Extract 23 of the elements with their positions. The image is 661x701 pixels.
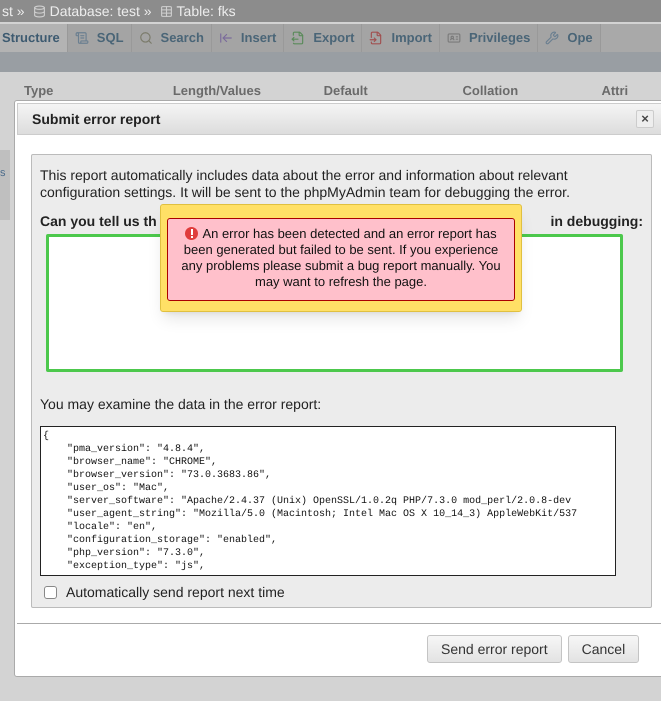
code-line: "php_version": "7.3.0", xyxy=(66,547,206,560)
question-label: Can you tell us th xyxy=(40,212,157,231)
code-line: { xyxy=(43,430,50,443)
column-header: Default xyxy=(324,82,369,100)
intro-text: This report automatically includes data about the error and information about relevant configuration settings. It will be sent to the phpMyAdmin team for debugging the error. xyxy=(40,167,571,201)
column-header: Attri xyxy=(601,82,630,100)
checkbox-label: Automatically send report next time xyxy=(66,583,285,602)
code-line: "browser_name": "CHROME", xyxy=(66,456,218,469)
column-header: Collation xyxy=(462,82,520,100)
examine-label: You may examine the data in the error report: xyxy=(40,395,322,414)
code-line: "browser_version": "73.0.3683.86", xyxy=(66,469,272,482)
dialog-title: Submit error report xyxy=(32,110,160,129)
error-message: An error has been detected and an error report has been generated but failed to be sent. If you experience any problems please submit a bug report manually. You may want to refresh the page. xyxy=(180,226,502,290)
code-line: "user_agent_string": "Mozilla/5.0 (Macintosh; Intel Mac OS X 10_14_3) AppleWebKit/537 xyxy=(66,508,578,521)
code-line: "locale": "en", xyxy=(66,521,158,534)
code-line: "server_software": "Apache/2.4.37 (Unix) OpenSSL/1.0.2q PHP/7.3.0 mod_perl/2.0.8-dev xyxy=(66,495,572,508)
code-line: "pma_version": "4.8.4", xyxy=(66,443,206,456)
code-line: "configuration_storage": "enabled", xyxy=(66,534,278,547)
column-header: Type xyxy=(24,82,54,100)
column-header: Length/Values xyxy=(172,82,262,100)
code-line: "user_os": "Mac", xyxy=(66,482,170,495)
code-line: "exception_type": "js", xyxy=(66,560,206,573)
question-label: in debugging: xyxy=(550,212,643,231)
